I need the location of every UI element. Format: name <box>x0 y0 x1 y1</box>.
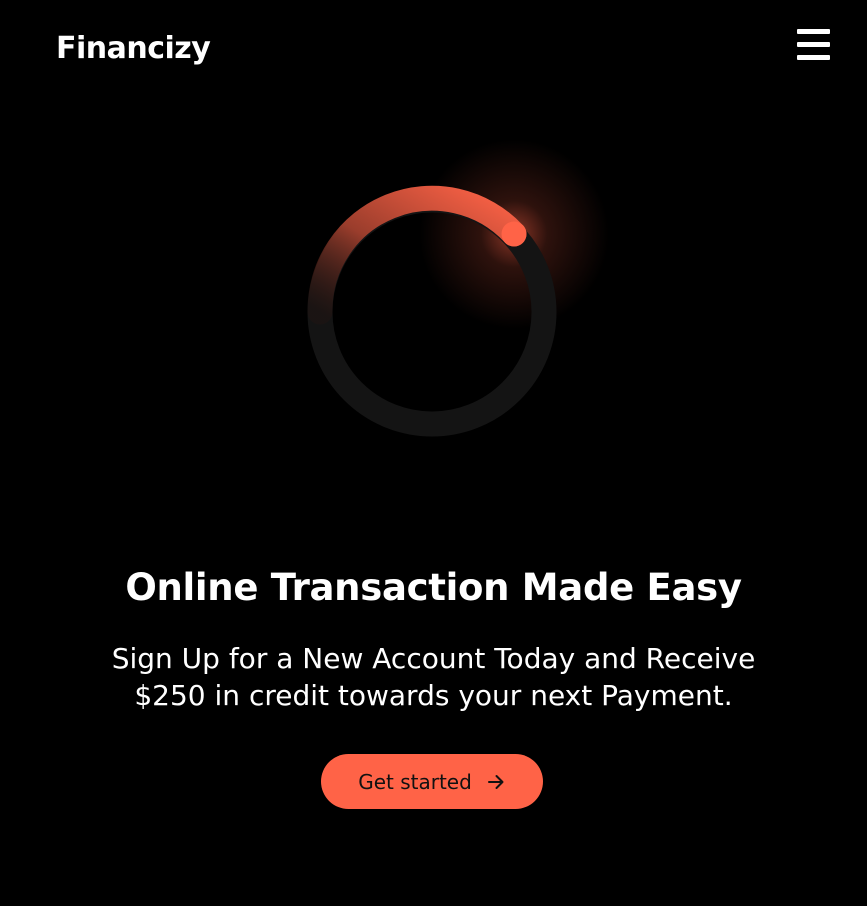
logo[interactable]: Financizy <box>56 31 211 67</box>
hero-subtext: Sign Up for a New Account Today and Rece… <box>60 640 807 714</box>
hero-subtext-line-1: Sign Up for a New Account Today and Rece… <box>111 642 756 675</box>
get-started-label: Get started <box>358 769 472 794</box>
arrow-right-icon <box>487 774 504 789</box>
site-header: Financizy <box>0 0 867 100</box>
get-started-button[interactable]: Get started <box>321 754 543 809</box>
menu-button[interactable] <box>797 29 830 60</box>
hero-headline: Online Transaction Made Easy <box>125 566 742 609</box>
hero-subtext-line-2: $250 in credit towards your next Payment… <box>134 679 733 712</box>
